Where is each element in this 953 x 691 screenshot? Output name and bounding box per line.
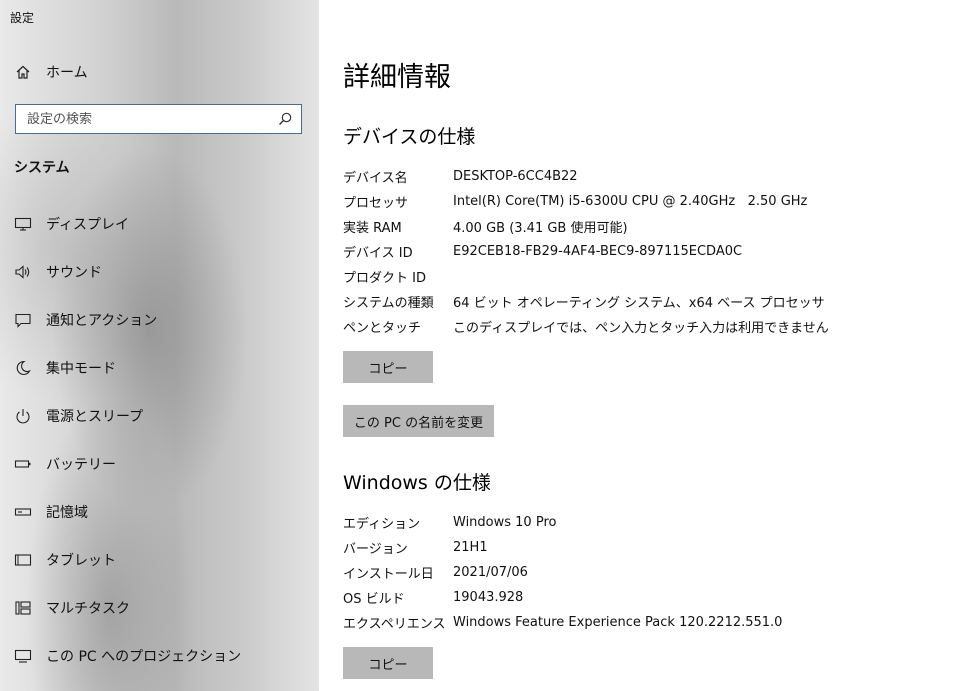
spec-value: DESKTOP-6CC4B22 xyxy=(453,168,578,184)
sidebar-item-label: 集中モード xyxy=(46,361,116,377)
settings-window: 設定 ホーム システム ディスプレイ xyxy=(0,0,953,691)
spec-key: 実装 RAM xyxy=(343,220,402,236)
spec-value: 2021/07/06 xyxy=(453,564,528,580)
sidebar-item-sound[interactable]: サウンド xyxy=(0,248,319,296)
multitask-icon xyxy=(14,599,32,617)
sidebar-item-projection[interactable]: この PC へのプロジェクション xyxy=(0,632,319,680)
sidebar-item-label: 電源とスリープ xyxy=(46,409,144,425)
spec-key: バージョン xyxy=(343,541,408,557)
sidebar-item-label: ディスプレイ xyxy=(46,217,130,233)
spec-row-experience: エクスペリエンス Windows Feature Experience Pack… xyxy=(343,611,782,633)
spec-key: ペンとタッチ xyxy=(343,320,422,336)
battery-icon xyxy=(14,455,32,473)
spec-key: デバイス名 xyxy=(343,170,408,186)
sidebar-item-tablet[interactable]: タブレット xyxy=(0,536,319,584)
spec-row-system-type: システムの種類 64 ビット オペレーティング システム、x64 ベース プロセ… xyxy=(343,290,825,312)
sidebar-item-label: 記憶域 xyxy=(46,505,88,521)
moon-icon xyxy=(14,359,32,377)
spec-value: 64 ビット オペレーティング システム、x64 ベース プロセッサ xyxy=(453,295,825,311)
spec-key: プロセッサ xyxy=(343,195,409,211)
spec-value: 19043.928 xyxy=(453,589,524,605)
sidebar-item-multitasking[interactable]: マルチタスク xyxy=(0,584,319,632)
spec-value: Windows 10 Pro xyxy=(453,514,557,530)
spec-row-product-id: プロダクト ID xyxy=(343,265,453,287)
sidebar-item-label: マルチタスク xyxy=(46,601,130,617)
home-label: ホーム xyxy=(46,65,88,81)
device-specs-heading: デバイスの仕様 xyxy=(343,126,476,148)
section-label-system: システム xyxy=(14,160,70,176)
tablet-icon xyxy=(14,551,32,569)
spec-key: OS ビルド xyxy=(343,591,405,607)
spec-row-os-build: OS ビルド 19043.928 xyxy=(343,586,523,608)
spec-row-install-date: インストール日 2021/07/06 xyxy=(343,561,528,583)
notification-icon xyxy=(14,311,32,329)
device-specs-table: デバイス名 DESKTOP-6CC4B22 プロセッサ Intel(R) Cor… xyxy=(343,165,943,341)
spec-row-device-id: デバイス ID E92CEB18-FB29-4AF4-BEC9-897115EC… xyxy=(343,240,742,262)
spec-value: 4.00 GB (3.41 GB 使用可能) xyxy=(453,220,628,236)
spec-row-device-name: デバイス名 DESKTOP-6CC4B22 xyxy=(343,165,578,187)
spec-row-pen-touch: ペンとタッチ このディスプレイでは、ペン入力とタッチ入力は利用できません xyxy=(343,315,829,337)
power-icon xyxy=(14,407,32,425)
sidebar-item-battery[interactable]: バッテリー xyxy=(0,440,319,488)
sidebar: 設定 ホーム システム ディスプレイ xyxy=(0,0,319,691)
spec-value: Windows Feature Experience Pack 120.2212… xyxy=(453,614,783,630)
spec-key: インストール日 xyxy=(343,566,434,582)
page-title: 詳細情報 xyxy=(343,62,451,93)
windows-specs-table: エディション Windows 10 Pro バージョン 21H1 インストール日… xyxy=(343,511,943,637)
sidebar-item-power[interactable]: 電源とスリープ xyxy=(0,392,319,440)
spec-row-version: バージョン 21H1 xyxy=(343,536,488,558)
sidebar-item-label: 通知とアクション xyxy=(46,313,158,329)
spec-key: エクスペリエンス xyxy=(343,616,446,632)
rename-pc-button[interactable]: この PC の名前を変更 xyxy=(343,405,494,437)
copy-device-specs-button[interactable]: コピー xyxy=(343,351,433,383)
storage-icon xyxy=(14,503,32,521)
spec-row-edition: エディション Windows 10 Pro xyxy=(343,511,556,533)
app-title: 設定 xyxy=(10,11,35,25)
display-icon xyxy=(14,215,32,233)
spec-value: Intel(R) Core(TM) i5-6300U CPU @ 2.40GHz… xyxy=(453,193,808,209)
spec-value: E92CEB18-FB29-4AF4-BEC9-897115ECDA0C xyxy=(453,243,743,259)
spec-key: システムの種類 xyxy=(343,295,434,311)
spec-value: このディスプレイでは、ペン入力とタッチ入力は利用できません xyxy=(453,320,829,336)
home-link[interactable]: ホーム xyxy=(14,62,88,82)
spec-key: プロダクト ID xyxy=(343,270,426,286)
sidebar-item-display[interactable]: ディスプレイ xyxy=(0,200,319,248)
sidebar-item-notifications[interactable]: 通知とアクション xyxy=(0,296,319,344)
spec-key: デバイス ID xyxy=(343,245,413,261)
search-box[interactable] xyxy=(15,104,302,134)
sidebar-item-label: サウンド xyxy=(46,265,102,281)
home-icon xyxy=(14,63,32,81)
speaker-icon xyxy=(14,263,32,281)
spec-row-processor: プロセッサ Intel(R) Core(TM) i5-6300U CPU @ 2… xyxy=(343,190,807,212)
spec-row-ram: 実装 RAM 4.00 GB (3.41 GB 使用可能) xyxy=(343,215,628,237)
sidebar-item-storage[interactable]: 記憶域 xyxy=(0,488,319,536)
sidebar-item-label: バッテリー xyxy=(46,457,116,473)
sidebar-item-label: この PC へのプロジェクション xyxy=(46,649,242,665)
main-content: 詳細情報 デバイスの仕様 デバイス名 DESKTOP-6CC4B22 プロセッサ… xyxy=(319,0,953,691)
spec-value: 21H1 xyxy=(453,539,488,555)
copy-windows-specs-button[interactable]: コピー xyxy=(343,647,433,679)
search-icon[interactable] xyxy=(277,111,293,127)
spec-key: エディション xyxy=(343,516,421,532)
windows-specs-heading: Windows の仕様 xyxy=(343,472,491,494)
search-input[interactable] xyxy=(27,111,277,127)
sidebar-item-focus[interactable]: 集中モード xyxy=(0,344,319,392)
sidebar-item-label: タブレット xyxy=(46,553,116,569)
projection-icon xyxy=(14,647,32,665)
